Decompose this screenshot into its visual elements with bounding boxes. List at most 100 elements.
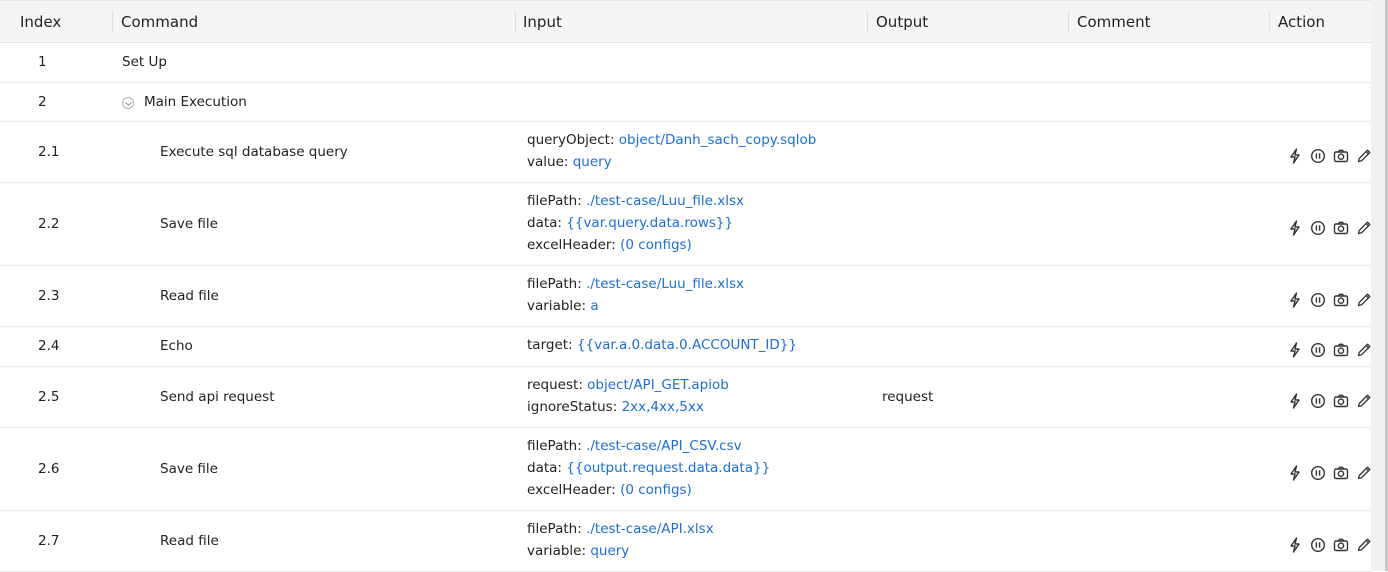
pause-icon[interactable] <box>1309 341 1327 359</box>
table-header: Index Command Input Output Comment Actio… <box>0 0 1371 43</box>
column-divider <box>1068 11 1069 33</box>
input-param: queryObject: object/Danh_sach_copy.sqlob <box>527 132 816 148</box>
input-param-value-link[interactable]: a <box>590 298 598 314</box>
input-param: request: object/API_GET.apiob <box>527 377 729 393</box>
input-param-value-link[interactable]: query <box>573 154 612 170</box>
row-actions <box>1286 464 1372 482</box>
row-index: 2.3 <box>38 288 60 304</box>
table-row[interactable]: 1 Set Up <box>0 43 1371 83</box>
input-param: target: {{var.a.0.data.0.ACCOUNT_ID}} <box>527 337 797 353</box>
column-header-input[interactable]: Input <box>523 1 562 43</box>
pencil-icon[interactable] <box>1355 464 1373 482</box>
camera-icon[interactable] <box>1332 536 1350 554</box>
input-param-value-link[interactable]: object/API_GET.apiob <box>587 377 729 393</box>
lightning-icon[interactable] <box>1286 219 1304 237</box>
pencil-icon[interactable] <box>1355 392 1373 410</box>
pencil-icon[interactable] <box>1355 147 1373 165</box>
pause-icon[interactable] <box>1309 464 1327 482</box>
input-param-value-link[interactable]: ./test-case/Luu_file.xlsx <box>586 276 744 292</box>
pencil-icon[interactable] <box>1355 219 1373 237</box>
column-header-comment[interactable]: Comment <box>1077 1 1151 43</box>
input-param-key: filePath: <box>527 193 582 209</box>
command-name: Execute sql database query <box>160 144 348 160</box>
input-param: ignoreStatus: 2xx,4xx,5xx <box>527 399 704 415</box>
input-param-value-link[interactable]: object/Danh_sach_copy.sqlob <box>619 132 817 148</box>
row-index: 2.7 <box>38 533 60 549</box>
input-param-value-link[interactable]: {{var.query.data.rows}} <box>566 215 733 231</box>
pause-icon[interactable] <box>1309 219 1327 237</box>
row-actions <box>1286 219 1372 237</box>
camera-icon[interactable] <box>1332 464 1350 482</box>
table-row[interactable]: 2.6 Save file filePath: ./test-case/API_CS… <box>0 428 1371 511</box>
input-param-value-link[interactable]: ./test-case/Luu_file.xlsx <box>586 193 744 209</box>
input-param-key: variable: <box>527 543 587 559</box>
row-index: 1 <box>38 54 47 70</box>
input-param-value-link[interactable]: ./test-case/API.xlsx <box>586 521 714 537</box>
table-row[interactable]: 2.3 Read file filePath: ./test-case/Luu_fi… <box>0 266 1371 327</box>
row-actions <box>1286 392 1372 410</box>
input-param: filePath: ./test-case/API_CSV.csv <box>527 438 742 454</box>
column-divider <box>867 11 868 33</box>
table-row[interactable]: 2 Main Execution <box>0 83 1371 122</box>
camera-icon[interactable] <box>1332 219 1350 237</box>
command-name: Save file <box>160 216 218 232</box>
input-param-key: data: <box>527 460 562 476</box>
pause-icon[interactable] <box>1309 291 1327 309</box>
input-param-value-link[interactable]: {{var.a.0.data.0.ACCOUNT_ID}} <box>577 337 797 353</box>
input-param-key: queryObject: <box>527 132 615 148</box>
input-param-key: filePath: <box>527 438 582 454</box>
input-param-value-link[interactable]: {{output.request.data.data}} <box>566 460 770 476</box>
camera-icon[interactable] <box>1332 291 1350 309</box>
camera-icon[interactable] <box>1332 392 1350 410</box>
lightning-icon[interactable] <box>1286 147 1304 165</box>
input-param: excelHeader: (0 configs) <box>527 482 692 498</box>
lightning-icon[interactable] <box>1286 291 1304 309</box>
table-row[interactable]: 2.4 Echo target: {{var.a.0.data.0.ACCOUNT_… <box>0 327 1371 367</box>
input-param-value-link[interactable]: (0 configs) <box>620 482 692 498</box>
row-actions <box>1286 536 1372 554</box>
column-header-index[interactable]: Index <box>20 1 61 43</box>
input-param-value-link[interactable]: (0 configs) <box>620 237 692 253</box>
lightning-icon[interactable] <box>1286 341 1304 359</box>
pause-icon[interactable] <box>1309 536 1327 554</box>
command-name: Save file <box>160 461 218 477</box>
input-param-key: filePath: <box>527 521 582 537</box>
row-actions <box>1286 147 1372 165</box>
table-row[interactable]: 2.1 Execute sql database query queryObject… <box>0 122 1371 183</box>
column-header-action[interactable]: Action <box>1278 1 1325 43</box>
table-row[interactable]: 2.7 Read file filePath: ./test-case/API.xl… <box>0 511 1371 572</box>
column-divider <box>112 11 113 33</box>
collapse-toggle-icon[interactable] <box>122 97 134 109</box>
pause-icon[interactable] <box>1309 392 1327 410</box>
input-param-key: value: <box>527 154 569 170</box>
input-param: filePath: ./test-case/Luu_file.xlsx <box>527 193 744 209</box>
pencil-icon[interactable] <box>1355 291 1373 309</box>
input-param: variable: query <box>527 543 629 559</box>
lightning-icon[interactable] <box>1286 464 1304 482</box>
row-actions <box>1286 341 1372 359</box>
input-param-key: excelHeader: <box>527 237 616 253</box>
column-header-command[interactable]: Command <box>121 1 198 43</box>
input-param: data: {{var.query.data.rows}} <box>527 215 733 231</box>
command-name: Send api request <box>160 389 275 405</box>
input-param-value-link[interactable]: 2xx,4xx,5xx <box>622 399 704 415</box>
camera-icon[interactable] <box>1332 341 1350 359</box>
pencil-icon[interactable] <box>1355 341 1373 359</box>
input-param: filePath: ./test-case/Luu_file.xlsx <box>527 276 744 292</box>
row-index: 2.4 <box>38 338 60 354</box>
camera-icon[interactable] <box>1332 147 1350 165</box>
column-header-output[interactable]: Output <box>876 1 928 43</box>
input-param-key: target: <box>527 337 573 353</box>
table-row[interactable]: 2.2 Save file filePath: ./test-case/Luu_fi… <box>0 183 1371 266</box>
table-row[interactable]: 2.5 Send api request request: object/API_G… <box>0 367 1371 428</box>
input-param-value-link[interactable]: query <box>590 543 629 559</box>
lightning-icon[interactable] <box>1286 536 1304 554</box>
row-index: 2.2 <box>38 216 60 232</box>
row-index: 2.1 <box>38 144 60 160</box>
input-param: value: query <box>527 154 612 170</box>
input-param-value-link[interactable]: ./test-case/API_CSV.csv <box>586 438 742 454</box>
pause-icon[interactable] <box>1309 147 1327 165</box>
lightning-icon[interactable] <box>1286 392 1304 410</box>
pencil-icon[interactable] <box>1355 536 1373 554</box>
command-name: Read file <box>160 288 219 304</box>
